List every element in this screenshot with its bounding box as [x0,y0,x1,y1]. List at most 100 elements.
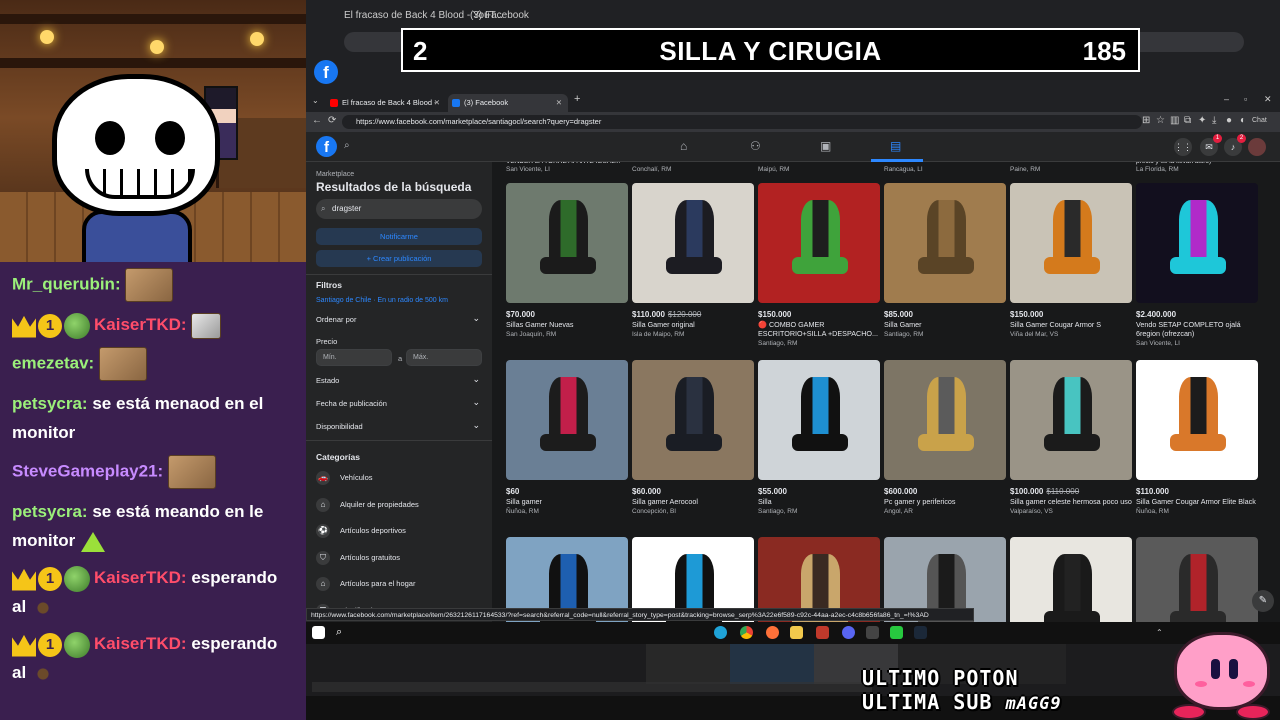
sort-dropdown[interactable]: Ordenar por ⌄ [316,313,482,324]
listing-photo[interactable] [1010,360,1132,480]
edge-icon[interactable] [714,626,727,639]
close-tab-icon[interactable]: ✕ [556,94,562,112]
max-price-input[interactable]: Máx. [406,349,482,366]
chat-username[interactable]: KaiserTKD: [94,568,187,587]
watch-icon[interactable]: ▣ [820,139,831,153]
profile-icon[interactable]: ● [1226,115,1232,126]
chat-label[interactable]: Chat [1252,117,1267,124]
chat-username[interactable]: KaiserTKD: [94,315,187,334]
listing-photo[interactable] [632,183,754,303]
search-input[interactable]: dragster [316,199,482,219]
previous-listing[interactable]: Paine, RM [1010,162,1130,173]
home-icon[interactable]: ⌂ [680,139,687,153]
search-icon[interactable]: ⌕ [344,140,350,151]
category-item[interactable]: ⚽ Artículos deportivos [316,521,482,541]
location-filter[interactable]: Santiago de Chile · En un radio de 500 k… [316,297,448,304]
windows-icon[interactable] [312,626,325,639]
previous-listing[interactable]: Conchalí, RM [632,162,752,173]
category-item[interactable]: ⌂ Artículos para el hogar [316,574,482,594]
extensions-icon[interactable]: ✦ [1198,115,1206,126]
listing-card[interactable]: $60 Silla gamer Ñuñoa, RM [506,360,628,515]
chrome-icon[interactable] [740,626,753,639]
listing-photo[interactable] [1136,360,1258,480]
listing-card[interactable]: $110.000 $120.000 Silla Gamer original Isla… [632,183,754,338]
min-price-input[interactable]: Mín. [316,349,392,366]
category-item[interactable]: ⌂ Alquiler de propiedades [316,495,482,515]
marketplace-icon[interactable]: ▤ [890,139,901,153]
new-tab-button[interactable]: + [574,93,580,105]
listing-photo[interactable] [1010,537,1132,622]
maximize-icon[interactable]: ▫ [1244,94,1247,104]
reload-icon[interactable]: ⟳ [328,115,336,126]
messenger-icon[interactable]: ✉ 1 [1200,134,1222,156]
chat-username[interactable]: KaiserTKD: [94,634,187,653]
listing-photo[interactable] [758,360,880,480]
listing-card[interactable]: $100.000 $110.000 Silla gamer celeste herm… [1010,360,1132,515]
date-listed-dropdown[interactable]: Fecha de publicación ⌄ [316,397,482,408]
firefox-icon[interactable] [766,626,779,639]
listing-card[interactable] [1136,537,1258,622]
url-field[interactable]: https://www.facebook.com/marketplace/san… [342,115,1142,129]
avatar[interactable] [1248,138,1266,156]
folder-icon[interactable] [790,626,803,639]
category-item[interactable]: ⛉ Artículos gratuitos [316,548,482,568]
category-item[interactable]: 🚗 Vehículos [316,468,482,488]
sidebar-icon[interactable]: ▥ [1170,115,1179,126]
listing-photo[interactable] [884,183,1006,303]
previous-listing[interactable]: VENDER LA TORRE APARTE IGUAL...San Vicen… [506,162,626,173]
chat-username[interactable]: petsycra: [12,502,88,521]
menu-grid-icon[interactable]: ⋮⋮ [1174,138,1192,156]
bell-icon[interactable]: ♪ 2 [1224,134,1246,156]
listing-card[interactable]: $150.000 Silla Gamer Cougar Armor S Viña d… [1010,183,1132,338]
condition-dropdown[interactable]: Estado ⌄ [316,374,482,385]
listing-photo[interactable] [884,360,1006,480]
discord-icon[interactable] [842,626,855,639]
previous-listing[interactable]: Maipú, RM [758,162,878,173]
listing-photo[interactable] [1010,183,1132,303]
close-window-icon[interactable]: ✕ [1264,94,1272,105]
listing-card[interactable]: $110.000 Silla Gamer Cougar Armor Elite B… [1136,360,1258,515]
listing-photo[interactable] [1136,183,1258,303]
tab-youtube[interactable]: El fracaso de Back 4 Blood - YouTub ✕ [326,94,446,125]
downloads-icon[interactable]: ⤓ [1212,115,1216,126]
tab-menu-icon[interactable]: ⌄ [312,96,319,105]
chat-username[interactable]: emezetav: [12,353,94,372]
listing-card[interactable]: $60.000 Silla gamer Aerocool Concepción, B… [632,360,754,515]
edge-copilot-icon[interactable]: ◐ [1240,115,1246,126]
listing-card[interactable]: $85.000 Silla Gamer Santiago, RM [884,183,1006,338]
steam-icon[interactable] [914,626,927,639]
chat-username[interactable]: petsycra: [12,394,88,413]
search-icon[interactable]: ⌕ [336,626,349,639]
notify-button[interactable]: Notificarme [316,228,482,245]
listing-card[interactable]: $150.000 🔴 COMBO GAMER ESCRITORIO+SILLA +… [758,183,880,347]
collections-icon[interactable]: ⧉ [1184,115,1191,126]
listing-photo[interactable] [758,183,880,303]
listing-photo[interactable] [506,360,628,480]
close-tab-icon[interactable]: ✕ [434,94,440,112]
back-icon[interactable]: ← [312,115,322,126]
create-listing-button[interactable]: + Crear publicación [316,250,482,267]
listing-photo[interactable] [1136,537,1258,622]
bookmark-star-icon[interactable]: ☆ [1156,115,1165,126]
app-icon[interactable] [816,626,829,639]
vegas-icon[interactable] [866,626,879,639]
minimize-icon[interactable]: – [1224,94,1229,104]
availability-dropdown[interactable]: Disponibilidad ⌄ [316,420,482,431]
edit-icon[interactable]: ✎ [1252,590,1274,612]
listing-photo[interactable] [506,183,628,303]
previous-listing[interactable]: precio y se la llevan altiro)La Florida,… [1136,162,1256,173]
listing-card[interactable]: $600.000 Pc gamer y perifericos Angol, AR [884,360,1006,515]
tab-facebook[interactable]: (3) Facebook ✕ [448,94,568,112]
listing-card[interactable]: $55.000 Silla Santiago, RM [758,360,880,515]
listing-card[interactable]: $2.400.000 Vendo SETAP COMPLETO ojalá 6re… [1136,183,1258,347]
chat-username[interactable]: Mr_querubin: [12,274,121,293]
facebook-logo-icon[interactable]: f [316,136,337,157]
extension-icon[interactable]: ⊞ [1142,115,1150,126]
listing-card[interactable]: $70.000 Sillas Gamer Nuevas San Joaquín, R… [506,183,628,338]
listing-photo[interactable] [632,360,754,480]
chat-username[interactable]: SteveGameplay21: [12,461,163,480]
previous-listing[interactable]: Rancagua, LI [884,162,1004,173]
listing-card[interactable] [1010,537,1132,622]
friends-icon[interactable]: ⚇ [750,139,761,153]
obs-icon[interactable] [890,626,903,639]
